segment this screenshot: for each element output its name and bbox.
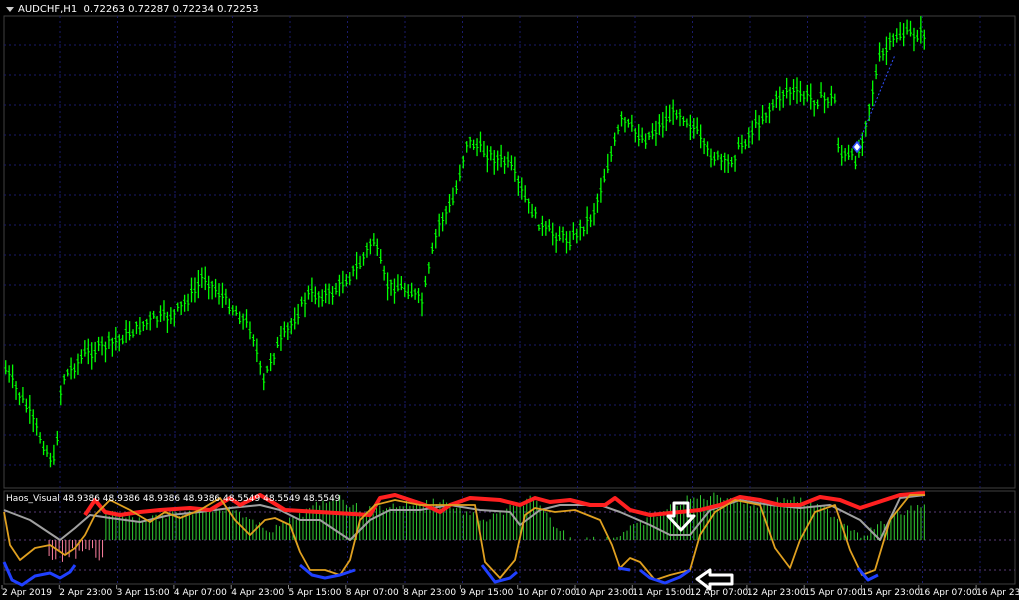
chart-window[interactable]: { "window": { "symbol_title": "AUDCHF,H1…: [0, 0, 1019, 600]
time-axis-label: 10 Apr 23:00: [575, 588, 634, 598]
indicator-label: Haos_Visual 48.9386 48.9386 48.9386 48.9…: [6, 494, 341, 504]
time-axis-label: 8 Apr 07:00: [345, 588, 399, 598]
time-axis-label: 12 Apr 07:00: [689, 588, 749, 598]
time-axis: 2 Apr 2019 2 Apr 23:00 3 Apr 15:00 4 Apr 07…: [0, 588, 1019, 600]
time-axis-label: 2 Apr 23:00: [59, 588, 113, 598]
blue-signal-line: [480, 564, 518, 584]
main-panel-border: [3, 15, 1016, 489]
time-axis-label: 12 Apr 23:00: [746, 588, 806, 598]
time-axis-label: 15 Apr 23:00: [861, 588, 921, 598]
time-axis-label: 5 Apr 15:00: [288, 588, 342, 598]
signal-diamond-icon: [852, 140, 862, 154]
time-axis-label: 8 Apr 23:00: [403, 588, 457, 598]
ohlc-values: 0.72263 0.72287 0.72234 0.72253: [83, 4, 259, 15]
time-axis-label: 16 Apr 23:00: [976, 588, 1019, 598]
time-axis-label: 11 Apr 15:00: [632, 588, 691, 598]
time-axis-label: 3 Apr 15:00: [116, 588, 170, 598]
time-axis-label: 9 Apr 15:00: [460, 588, 514, 598]
time-axis-label: 4 Apr 07:00: [173, 588, 227, 598]
time-axis-label: 15 Apr 07:00: [804, 588, 863, 598]
time-axis-label: 2 Apr 2019: [2, 588, 52, 598]
blue-signal-line: [2, 561, 77, 587]
dropdown-arrow-icon[interactable]: [6, 6, 14, 12]
chart-title: AUDCHF,H1 0.72263 0.72287 0.72234 0.7225…: [6, 4, 259, 15]
time-axis-label: 16 Apr 07:00: [918, 588, 978, 598]
price-chart[interactable]: [0, 0, 1019, 600]
left-arrow-marker-icon: [695, 568, 734, 591]
time-axis-label: 10 Apr 07:00: [517, 588, 577, 598]
time-axis-label: 4 Apr 23:00: [231, 588, 285, 598]
blue-signal-line: [617, 566, 631, 572]
symbol-title: AUDCHF,H1: [18, 4, 78, 15]
